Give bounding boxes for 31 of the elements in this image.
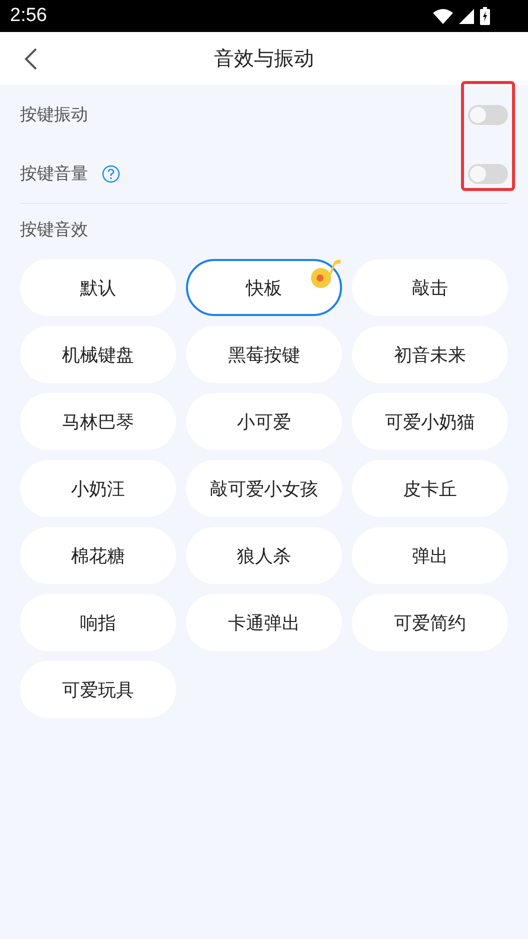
sound-option[interactable]: 可爱小奶猫 — [352, 393, 508, 450]
help-icon[interactable] — [102, 164, 120, 182]
setting-label: 按键音量 — [20, 163, 88, 185]
wifi-icon — [433, 8, 453, 24]
toggle-switch[interactable] — [468, 104, 508, 124]
sound-option[interactable]: 弹出 — [352, 527, 508, 584]
battery-icon — [480, 7, 490, 25]
sound-option[interactable]: 黑莓按键 — [186, 326, 342, 383]
sound-option[interactable]: 敲可爱小女孩 — [186, 460, 342, 517]
page-title: 音效与振动 — [214, 45, 314, 72]
sound-option[interactable]: 快板 — [186, 259, 342, 316]
sound-option[interactable]: 马林巴琴 — [20, 393, 176, 450]
signal-icon — [459, 8, 474, 24]
toggle-switch[interactable] — [468, 164, 508, 184]
sound-option[interactable]: 敲击 — [352, 259, 508, 316]
sound-option[interactable]: 初音未来 — [352, 326, 508, 383]
sound-option[interactable]: 响指 — [20, 594, 176, 651]
sound-option[interactable]: 可爱玩具 — [20, 661, 176, 718]
setting-label: 按键振动 — [20, 104, 88, 126]
sound-option[interactable]: 机械键盘 — [20, 326, 176, 383]
sound-option[interactable]: 皮卡丘 — [352, 460, 508, 517]
section-title: 按键音效 — [19, 219, 89, 242]
status-time: 2:56 — [10, 5, 47, 27]
back-icon[interactable] — [24, 48, 38, 70]
sound-option[interactable]: 小可爱 — [186, 393, 342, 450]
sound-option[interactable]: 可爱简约 — [352, 594, 508, 651]
sound-option[interactable]: 卡通弹出 — [186, 594, 342, 651]
sound-option[interactable]: 狼人杀 — [186, 527, 342, 584]
sound-option[interactable]: 棉花糖 — [20, 527, 176, 584]
sound-option[interactable]: 默认 — [20, 259, 176, 316]
sound-option[interactable]: 小奶汪 — [20, 460, 176, 517]
